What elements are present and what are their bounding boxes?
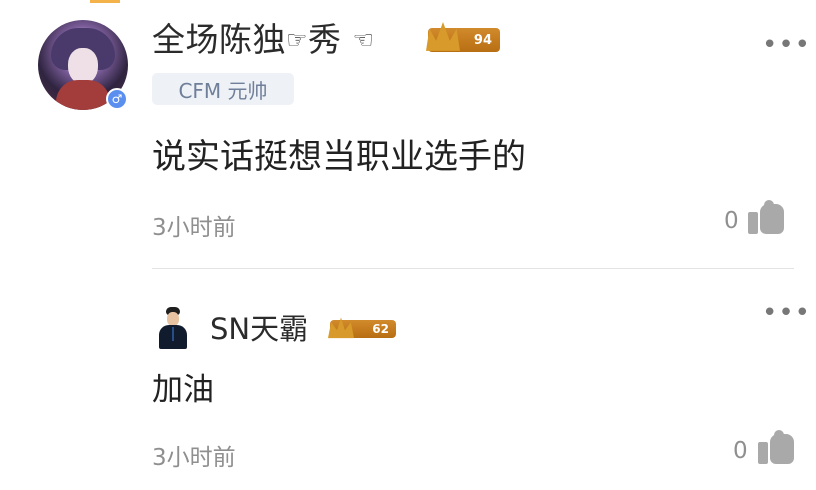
pointing-hand-right-icon: ☞ [286, 26, 309, 54]
comment-divider [152, 268, 794, 269]
main-comment-text: 说实话挺想当职业选手的 [152, 137, 526, 177]
reply-like-count: 0 [733, 438, 748, 464]
reply-like-thumb-icon[interactable] [758, 430, 794, 464]
main-like-thumb-icon[interactable] [748, 200, 784, 234]
reply-username[interactable]: SN天霸 [210, 311, 308, 347]
avatar-coat [56, 80, 110, 110]
reply-more-options-icon[interactable]: ••• [762, 298, 811, 328]
main-username[interactable]: 全场陈独☞秀 ☜ [152, 20, 375, 60]
avatar-face [68, 48, 98, 84]
reply-level-text: 62 [372, 322, 389, 336]
main-user-tag: CFM 元帅 [152, 73, 294, 105]
reply-comment-text: 加油 [152, 372, 214, 408]
main-comment-time: 3小时前 [152, 215, 236, 241]
main-more-options-icon[interactable]: ••• [762, 30, 811, 60]
reply-comment-time: 3小时前 [152, 445, 236, 471]
main-like-count: 0 [724, 208, 739, 234]
reply-level-badge: 62 [328, 317, 396, 339]
reply-crown-icon [328, 317, 354, 339]
reply-user-avatar[interactable] [155, 305, 191, 351]
main-level-text: 94 [473, 32, 492, 48]
main-user-avatar[interactable]: ♂ [38, 20, 128, 110]
username-part-2: 秀 [308, 20, 342, 59]
main-level-badge: 94 [426, 22, 500, 52]
top-accent-bar [90, 0, 120, 3]
username-part-1: 全场陈独 [152, 20, 286, 59]
crown-icon [426, 22, 460, 51]
male-gender-icon: ♂ [106, 88, 128, 110]
pointing-hand-left-icon: ☜ [352, 26, 375, 54]
